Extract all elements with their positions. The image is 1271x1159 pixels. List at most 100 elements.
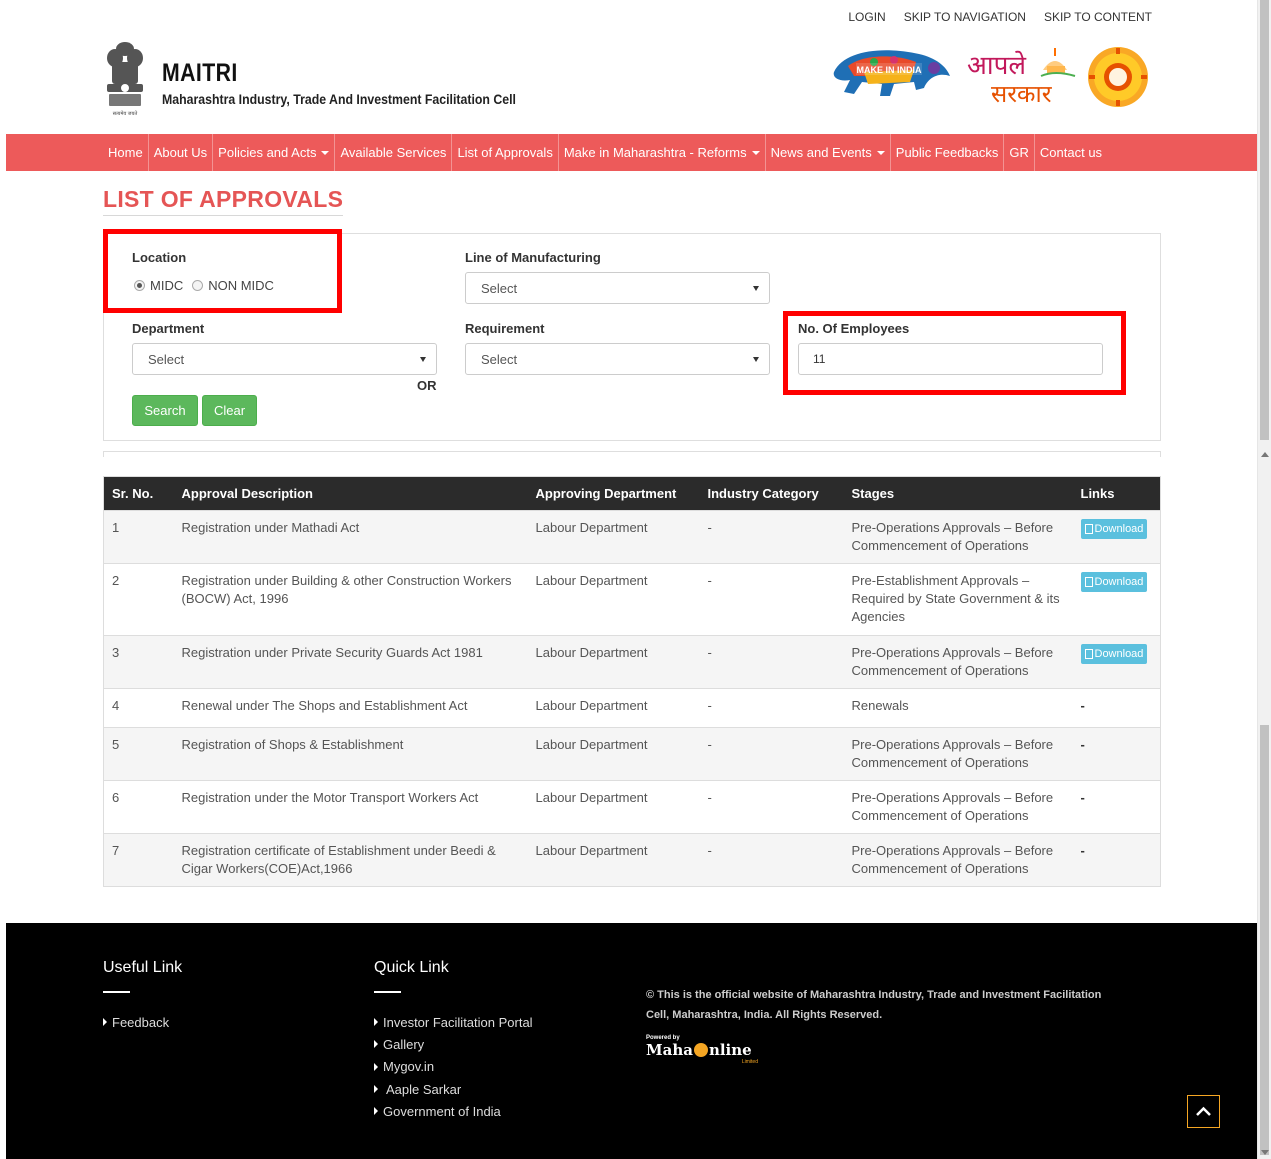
sarkar-text: सरकार	[991, 80, 1053, 106]
triangle-right-icon	[374, 1018, 378, 1027]
table-row: 4 Renewal under The Shops and Establishm…	[103, 688, 1161, 728]
triangle-right-icon	[374, 1085, 378, 1094]
triangle-right-icon	[103, 1018, 107, 1027]
scroll-up-arrow-icon[interactable]	[1261, 452, 1269, 457]
site-header: सत्यमेव जयते MAITRI Maharashtra Industry…	[6, 40, 1257, 132]
aaple-text: आपले	[967, 50, 1026, 81]
mahaonline-wordmark: Maha nline	[646, 1041, 752, 1059]
department-label: Department	[132, 321, 205, 336]
nav-item-contact-us[interactable]: Contact us	[1035, 134, 1107, 171]
page-title: LIST OF APPROVALS	[103, 186, 344, 216]
download-button[interactable]: Download	[1080, 519, 1148, 539]
cell-category: -	[699, 688, 844, 728]
cell-sr: 6	[103, 780, 174, 834]
site-footer: Useful Link Feedback Quick Link Investor…	[6, 923, 1257, 1159]
download-document-icon	[1084, 577, 1093, 587]
nav-item-public-feedbacks[interactable]: Public Feedbacks	[891, 134, 1005, 171]
cell-link: Download	[1072, 635, 1161, 689]
highlight-location-box	[103, 229, 342, 313]
approvals-table: Sr. No. Approval Description Approving D…	[103, 476, 1161, 887]
col-industry-category: Industry Category	[707, 486, 819, 501]
nav-item-news-and-events[interactable]: News and Events	[766, 134, 891, 171]
highlight-employees-box	[783, 311, 1126, 395]
cell-stage: Pre-Establishment Approvals – Required b…	[843, 563, 1073, 636]
main-navigation: Home About Us Policies and Acts Availabl…	[6, 134, 1257, 171]
cell-stage: Pre-Operations Approvals – Before Commen…	[843, 635, 1073, 689]
scrollbar-thumb-lower[interactable]	[1260, 725, 1269, 1155]
scrollbar-thumb[interactable]	[1260, 0, 1269, 440]
footer-link-aaple-sarkar[interactable]: Aaple Sarkar	[374, 1078, 533, 1100]
triangle-right-icon	[374, 1062, 378, 1071]
footer-link-feedback[interactable]: Feedback	[103, 1011, 169, 1033]
line-of-manufacturing-select[interactable]: Select	[465, 272, 770, 304]
cell-link: Download	[1072, 563, 1161, 636]
results-panel-top	[103, 451, 1161, 457]
col-approving-department: Approving Department	[535, 486, 677, 501]
search-button[interactable]: Search	[132, 395, 198, 426]
nav-item-make-in-maharashtra-reforms[interactable]: Make in Maharashtra - Reforms	[559, 134, 766, 171]
cell-department: Labour Department	[527, 833, 700, 887]
footer-link-gallery[interactable]: Gallery	[374, 1033, 533, 1055]
brand-title: MAITRI	[162, 59, 238, 87]
skip-to-navigation-link[interactable]: SKIP TO NAVIGATION	[904, 10, 1026, 24]
cell-description: Registration under Mathadi Act	[173, 510, 528, 564]
cell-sr: 5	[103, 727, 174, 781]
cell-link: -	[1072, 727, 1161, 781]
footer-divider	[103, 991, 130, 993]
page-scrollbar[interactable]	[1257, 0, 1271, 1159]
nav-item-list-of-approvals[interactable]: List of Approvals	[452, 134, 559, 171]
chevron-down-icon	[753, 286, 759, 291]
download-button[interactable]: Download	[1080, 572, 1148, 592]
department-select[interactable]: Select	[132, 343, 437, 375]
login-link[interactable]: LOGIN	[848, 10, 885, 24]
cell-sr: 2	[103, 563, 174, 636]
make-in-india-text: MAKE IN INDIA	[857, 65, 923, 75]
cell-description: Registration certificate of Establishmen…	[173, 833, 528, 887]
cell-department: Labour Department	[527, 563, 700, 636]
nav-item-available-services[interactable]: Available Services	[335, 134, 453, 171]
cell-category: -	[699, 780, 844, 834]
cell-link: -	[1072, 780, 1161, 834]
table-row: 7 Registration certificate of Establishm…	[103, 833, 1161, 887]
cell-description: Registration under the Motor Transport W…	[173, 780, 528, 834]
cell-description: Registration under Private Security Guar…	[173, 635, 528, 689]
skip-to-content-link[interactable]: SKIP TO CONTENT	[1044, 10, 1152, 24]
chevron-up-icon	[1196, 1106, 1211, 1116]
useful-link-heading: Useful Link	[103, 959, 183, 976]
cell-stage: Pre-Operations Approvals – Before Commen…	[843, 727, 1073, 781]
top-links: LOGIN SKIP TO NAVIGATION SKIP TO CONTENT	[848, 10, 1152, 24]
nav-item-gr[interactable]: GR	[1004, 134, 1035, 171]
nav-item-home[interactable]: Home	[103, 134, 149, 171]
footer-link-government-of-india[interactable]: Government of India	[374, 1100, 533, 1122]
back-to-top-button[interactable]	[1187, 1095, 1220, 1128]
footer-link-mygov[interactable]: Mygov.in	[374, 1056, 533, 1078]
requirement-select[interactable]: Select	[465, 343, 770, 375]
chevron-down-icon	[420, 357, 426, 362]
cell-stage: Pre-Operations Approvals – Before Commen…	[843, 780, 1073, 834]
download-button[interactable]: Download	[1080, 644, 1148, 664]
caret-down-icon	[876, 150, 885, 155]
clear-button[interactable]: Clear	[202, 395, 257, 426]
nav-item-policies-and-acts[interactable]: Policies and Acts	[213, 134, 336, 171]
cell-description: Registration under Building & other Cons…	[173, 563, 528, 636]
page: LOGIN SKIP TO NAVIGATION SKIP TO CONTENT…	[6, 0, 1257, 1159]
cell-stage: Renewals	[843, 688, 1073, 728]
scroll-down-arrow-icon[interactable]	[1261, 1150, 1269, 1155]
col-sr-no: Sr. No.	[112, 486, 154, 501]
cell-link: -	[1072, 833, 1161, 887]
col-stages: Stages	[851, 486, 895, 501]
table-row: 1 Registration under Mathadi Act Labour …	[103, 510, 1161, 564]
or-separator: OR	[417, 378, 437, 393]
cell-department: Labour Department	[527, 727, 700, 781]
cell-stage: Pre-Operations Approvals – Before Commen…	[843, 833, 1073, 887]
caret-down-icon	[321, 150, 330, 155]
nav-item-about-us[interactable]: About Us	[149, 134, 214, 171]
make-in-india-logo: MAKE IN INDIA	[833, 50, 950, 96]
table-header-row: Sr. No. Approval Description Approving D…	[103, 476, 1161, 511]
emblem-caption: सत्यमेव जयते	[113, 110, 138, 117]
requirement-label: Requirement	[465, 321, 545, 336]
footer-divider	[374, 991, 401, 993]
footer-link-investor-facilitation-portal[interactable]: Investor Facilitation Portal	[374, 1011, 533, 1033]
col-approval-description: Approval Description	[181, 486, 313, 501]
copyright-text: © This is the official website of Mahara…	[646, 989, 1102, 1021]
